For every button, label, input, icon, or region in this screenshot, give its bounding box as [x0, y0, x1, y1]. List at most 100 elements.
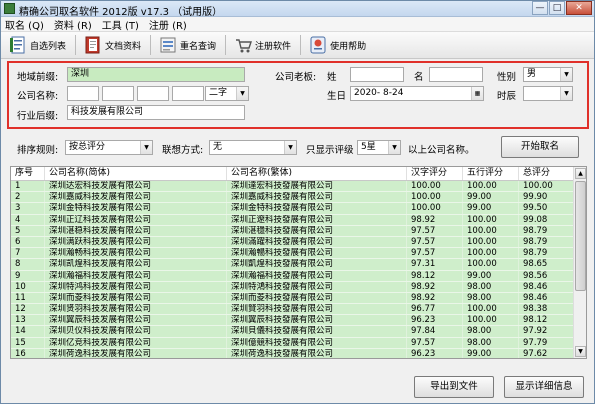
- cell-total-score: 100.00: [519, 181, 574, 192]
- table-row[interactable]: 3 深圳金特科技发展有限公司 深圳金特科技發展有限公司 100.00 99.00 99.5…: [11, 203, 574, 215]
- toolbar: 自选列表 文档资料 重名查询 注册软件 使用帮助: [1, 32, 594, 59]
- register-button[interactable]: 注册软件: [232, 34, 294, 56]
- scroll-down-icon[interactable]: ▼: [575, 346, 586, 357]
- help-button[interactable]: 使用帮助: [307, 34, 369, 56]
- table-row[interactable]: 2 深圳嘉威科技发展有限公司 深圳嘉威科技發展有限公司 100.00 99.00 99.9…: [11, 192, 574, 204]
- menu-register[interactable]: 注册 (R): [149, 17, 187, 32]
- association-label: 联想方式:: [162, 145, 204, 156]
- cell-total-score: 98.79: [519, 248, 574, 259]
- toolbar-separator: [150, 35, 152, 55]
- cell-total-score: 99.90: [519, 192, 574, 203]
- cell-character-score: 96.23: [407, 315, 463, 326]
- menu-tools[interactable]: 工具 (T): [102, 17, 139, 32]
- table-row[interactable]: 11 深圳而菱科技发展有限公司 深圳而菱科技發展有限公司 98.92 98.00 98.4…: [11, 292, 574, 305]
- results-table: 序号 公司名称(简体) 公司名称(繁体) 汉字评分 五行评分 总评分 1 深圳达宏…: [10, 166, 587, 359]
- cell-simplified-name: 深圳而菱科技发展有限公司: [45, 292, 227, 304]
- table-row[interactable]: 6 深圳满跃科技发展有限公司 深圳滿躍科技發展有限公司 97.57 100.00 98.7…: [11, 236, 574, 249]
- minimize-button[interactable]: —: [532, 1, 548, 15]
- company-name-char-2[interactable]: [102, 86, 134, 101]
- favorites-list-button[interactable]: 自选列表: [7, 34, 69, 56]
- table-row[interactable]: 9 深圳瀚福科技发展有限公司 深圳瀚福科技發展有限公司 98.12 99.00 98.56: [11, 270, 574, 282]
- table-row[interactable]: 15 深圳亿竞科技发展有限公司 深圳億競科技發展有限公司 97.57 98.00 97.7…: [11, 337, 574, 349]
- menu-naming[interactable]: 取名 (Q): [5, 17, 44, 32]
- region-prefix-input[interactable]: 深圳: [67, 67, 245, 82]
- export-to-file-button[interactable]: 导出到文件: [414, 376, 494, 398]
- level-label: 只显示评级: [306, 145, 354, 156]
- gender-value: 男: [527, 69, 537, 79]
- cell-character-score: 97.84: [407, 326, 463, 337]
- menu-data[interactable]: 资料 (R): [54, 17, 92, 32]
- cell-index: 6: [11, 236, 45, 248]
- table-row[interactable]: 1 深圳达宏科技发展有限公司 深圳達宏科技發展有限公司 100.00 100.00 100…: [11, 181, 574, 193]
- name-length-select[interactable]: 二字 ▼: [205, 86, 249, 101]
- chevron-down-icon: ▼: [560, 87, 572, 100]
- show-details-button[interactable]: 显示详细信息: [504, 376, 584, 398]
- cell-simplified-name: 深圳金特科技发展有限公司: [45, 203, 227, 214]
- cell-character-score: 97.57: [407, 337, 463, 348]
- birthday-value: 2020- 8-24: [354, 88, 404, 98]
- table-body: 1 深圳达宏科技发展有限公司 深圳達宏科技發展有限公司 100.00 100.00 100…: [11, 181, 574, 358]
- table-row[interactable]: 14 深圳贝仪科技发展有限公司 深圳貝儀科技發展有限公司 97.84 98.00 97.9…: [11, 326, 574, 338]
- table-row[interactable]: 13 深圳翼辰科技发展有限公司 深圳翼辰科技發展有限公司 96.23 100.00 98.…: [11, 315, 574, 327]
- cell-five-elements-score: 100.00: [463, 225, 519, 236]
- cell-simplified-name: 深圳凯煌科技发展有限公司: [45, 259, 227, 270]
- app-window: 精确公司取名软件 2012版 v17.3 （试用版） — □ ✕ 取名 (Q) …: [0, 0, 595, 404]
- cell-index: 13: [11, 315, 45, 326]
- header-simplified-name[interactable]: 公司名称(简体): [45, 167, 227, 180]
- cell-character-score: 100.00: [407, 203, 463, 214]
- cell-total-score: 98.46: [519, 292, 574, 304]
- cell-five-elements-score: 99.00: [463, 270, 519, 281]
- company-name-char-4[interactable]: [172, 86, 204, 101]
- level-select[interactable]: 5星 ▼: [357, 140, 401, 155]
- cell-traditional-name: 深圳翼辰科技發展有限公司: [227, 315, 407, 326]
- industry-suffix-input[interactable]: 科技发展有限公司: [67, 105, 245, 120]
- header-five-elements-score[interactable]: 五行评分: [463, 167, 519, 180]
- company-name-char-1[interactable]: [67, 86, 99, 101]
- scroll-thumb[interactable]: [575, 181, 586, 291]
- surname-input[interactable]: [350, 67, 404, 82]
- maximize-button[interactable]: □: [549, 1, 565, 15]
- association-value: 无: [213, 142, 223, 152]
- gender-select[interactable]: 男 ▼: [523, 67, 573, 82]
- table-row[interactable]: 5 深圳湛稳科技发展有限公司 深圳湛穩科技發展有限公司 97.57 100.00 98.7…: [11, 225, 574, 237]
- cell-traditional-name: 深圳達宏科技發展有限公司: [227, 181, 407, 192]
- company-name-char-3[interactable]: [137, 86, 169, 101]
- table-row[interactable]: 4 深圳正辽科技发展有限公司 深圳正遼科技發展有限公司 98.92 100.00 99.0…: [11, 214, 574, 226]
- birthday-date-picker[interactable]: 2020- 8-24 ▦: [350, 86, 484, 101]
- toolbar-separator: [75, 35, 77, 55]
- sort-select[interactable]: 按总评分 ▼: [65, 140, 153, 155]
- cell-traditional-name: 深圳貝儀科技發展有限公司: [227, 326, 407, 337]
- surname-label: 姓: [327, 72, 337, 83]
- cell-five-elements-score: 100.00: [463, 214, 519, 225]
- naming-form-panel: 地域前缀: 深圳 公司名称: 二字 ▼ 行业后缀: 科技发展有限公司 公司老板:…: [7, 61, 589, 129]
- cell-five-elements-score: 100.00: [463, 236, 519, 248]
- hour-select[interactable]: ▼: [523, 86, 573, 101]
- table-row[interactable]: 10 深圳特鸿科技发展有限公司 深圳特鴻科技發展有限公司 98.92 98.00 98.4…: [11, 281, 574, 293]
- name-length-value: 二字: [209, 88, 228, 98]
- table-row[interactable]: 16 深圳荷逸科技发展有限公司 深圳荷逸科技發展有限公司 96.23 99.00 97.6…: [11, 348, 574, 358]
- cell-index: 4: [11, 214, 45, 225]
- document-button[interactable]: 文档资料: [82, 34, 144, 56]
- close-button[interactable]: ✕: [566, 1, 592, 15]
- header-total-score[interactable]: 总评分: [519, 167, 574, 180]
- table-row[interactable]: 8 深圳凯煌科技发展有限公司 深圳凱煌科技發展有限公司 97.31 100.00 98.6…: [11, 259, 574, 271]
- association-select[interactable]: 无 ▼: [209, 140, 297, 155]
- scroll-up-icon[interactable]: ▲: [575, 168, 586, 179]
- given-name-input[interactable]: [429, 67, 483, 82]
- help-label: 使用帮助: [330, 41, 367, 52]
- duplicate-check-button[interactable]: 重名查询: [157, 34, 219, 56]
- cell-five-elements-score: 100.00: [463, 181, 519, 192]
- header-character-score[interactable]: 汉字评分: [407, 167, 463, 180]
- cell-character-score: 97.57: [407, 236, 463, 248]
- header-traditional-name[interactable]: 公司名称(繁体): [227, 167, 407, 180]
- favorites-list-label: 自选列表: [30, 41, 67, 52]
- table-row[interactable]: 7 深圳瀚畅科技发展有限公司 深圳瀚暢科技發展有限公司 97.57 100.00 98.7…: [11, 248, 574, 260]
- cell-index: 15: [11, 337, 45, 348]
- header-index[interactable]: 序号: [11, 167, 45, 180]
- vertical-scrollbar[interactable]: ▲ ▼: [573, 167, 586, 358]
- start-naming-button[interactable]: 开始取名: [501, 136, 579, 158]
- table-row[interactable]: 12 深圳贤羽科技发展有限公司 深圳賢羽科技發展有限公司 96.77 100.00 98.…: [11, 304, 574, 316]
- cell-character-score: 96.77: [407, 304, 463, 315]
- level-suffix-text: 以上公司名称。: [408, 145, 475, 156]
- cell-simplified-name: 深圳荷逸科技发展有限公司: [45, 348, 227, 358]
